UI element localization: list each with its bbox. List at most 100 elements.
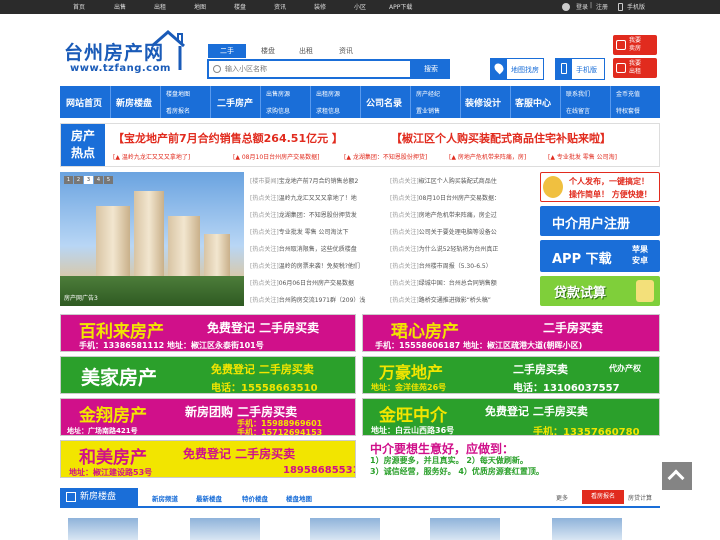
nav-decoration-design[interactable]: 装修设计 — [465, 96, 501, 109]
hot-headline-1[interactable]: 【宝龙地产前7月合约销售总额264.51亿元 】 — [113, 130, 343, 146]
slider-dot[interactable]: 5 — [104, 176, 113, 184]
agency-ad[interactable]: 美家房产 免费登记 二手房买卖 电话：15558663510 — [60, 356, 356, 394]
nav-secondhand[interactable]: 二手房产 — [217, 96, 253, 109]
section-link-channel[interactable]: 新房频道 — [152, 493, 178, 503]
nav-sale-listings[interactable]: 出售房源 — [266, 89, 290, 98]
slider-dot-active[interactable]: 3 — [84, 176, 93, 184]
news-item[interactable]: [热点关注]房地产危机带来阵痛，房企过 — [390, 210, 512, 219]
viewing-signup-button[interactable]: 看房报名 — [582, 490, 624, 504]
nav-viewing-signup[interactable]: 看房报名 — [166, 106, 190, 115]
hot-sub-5[interactable]: [▲ 专业批发 零售 公司淘] — [548, 152, 617, 161]
mobile-version-button[interactable]: 手机版 — [555, 58, 605, 80]
topnav-buildings[interactable]: 楼盘 — [234, 2, 246, 11]
nav-sales-agents[interactable]: 置业销售 — [416, 106, 440, 115]
news-item[interactable]: [热点关注]温岭九龙汇又又又拿地了！地 — [250, 193, 370, 202]
register-link[interactable]: 注册 — [596, 2, 608, 11]
news-item[interactable]: [热点关注]台州楼市周报（5.30-6.5） — [390, 261, 512, 270]
news-item[interactable]: [热点关注]绿城中国：台州总合同销售额 — [390, 278, 512, 287]
login-link[interactable]: 登录 — [576, 2, 588, 11]
topnav-app-download[interactable]: APP下载 — [389, 2, 412, 11]
nav-brokers[interactable]: 房产经纪 — [416, 89, 440, 98]
section-link-map[interactable]: 楼盘地图 — [286, 493, 312, 503]
section-more-link[interactable]: 更多 — [556, 493, 568, 502]
news-item[interactable]: [楼市要闻]宝龙地产前7月合约销售总额2 — [250, 176, 370, 185]
topnav-map[interactable]: 地图 — [194, 2, 206, 11]
agency-ad[interactable]: 金翔房产 新房团购 二手房买卖 地址：广场南路421号 手机：159889696… — [60, 398, 356, 436]
nav-rent-listings[interactable]: 出租房源 — [316, 89, 340, 98]
news-item[interactable]: [热点关注]台州取消限售，这些优质楼盘 — [250, 244, 370, 253]
search-input[interactable] — [225, 63, 405, 76]
rent-out-button[interactable]: 我要 出租 — [613, 58, 657, 78]
search-button[interactable]: 搜索 — [412, 59, 450, 79]
section-link-discount[interactable]: 特价楼盘 — [242, 493, 268, 503]
topnav-community[interactable]: 小区 — [354, 2, 366, 11]
property-thumbnail[interactable] — [310, 518, 380, 540]
news-item[interactable]: [热点关注]为什么说52轻轨将为台州真正 — [390, 244, 512, 253]
nav-service-center[interactable]: 客服中心 — [515, 96, 551, 109]
news-item[interactable]: [热点关注]公司关于要处理电脑等设备公 — [390, 227, 512, 236]
agency-extra: 代办产权 — [609, 364, 641, 373]
news-item[interactable]: [热点关注]专业批发 零售 公司淘汰下 — [250, 227, 370, 236]
nav-leave-message[interactable]: 在线留言 — [566, 106, 590, 115]
agency-ad[interactable]: 和美房产 免费登记 二手房买卖 地址：椒江建设路53号 18958685531 — [60, 440, 356, 478]
photo-slider[interactable]: 1 2 3 4 5 房产网广告3 — [60, 172, 244, 306]
sell-house-button[interactable]: 我要 卖房 — [613, 35, 657, 55]
topnav-home[interactable]: 首页 — [73, 2, 85, 11]
news-item[interactable]: [热点关注]06月06日台州房产交易数据 — [250, 278, 370, 287]
slider-dot[interactable]: 1 — [64, 176, 73, 184]
topnav-sale[interactable]: 出售 — [114, 2, 126, 11]
hot-sub-4[interactable]: [▲ 房地产危机带来阵痛，房] — [449, 152, 526, 161]
news-item[interactable]: [热点关注]台州购房交流1971群（209）浅 — [250, 295, 370, 304]
map-search-label: 地图找房 — [511, 66, 539, 74]
tab-news[interactable]: 资讯 — [328, 44, 364, 58]
nav-newhouse[interactable]: 新房楼盘 — [116, 96, 152, 109]
slider-dot[interactable]: 2 — [74, 176, 83, 184]
post-listing-banner[interactable]: 个人发布，一键搞定！ 操作简单！ 方便快捷！ — [540, 172, 660, 202]
app-download-banner[interactable]: APP 下载 苹果 安卓 — [540, 240, 660, 272]
tab-rent[interactable]: 出租 — [288, 44, 324, 58]
topnav-news[interactable]: 资讯 — [274, 2, 286, 11]
hot-sub-3[interactable]: [▲ 龙湖集团：不知恩股份押货] — [344, 152, 427, 161]
nav-coin-recharge[interactable]: 金币充值 — [616, 89, 640, 98]
agency-name: 万豪地产 — [379, 363, 444, 382]
property-thumbnail[interactable] — [430, 518, 500, 540]
nav-contact-us[interactable]: 联系我们 — [566, 89, 590, 98]
nav-home[interactable]: 网站首页 — [66, 96, 102, 109]
property-thumbnail[interactable] — [552, 518, 622, 540]
news-item[interactable]: [热点关注]椒江区个人购买装配式商品住 — [390, 176, 512, 185]
news-item[interactable]: [热点关注]龙湖集团：不知恩股份押货发 — [250, 210, 370, 219]
hot-sub-2[interactable]: [▲ 08月10日台州房产交易数据] — [233, 152, 319, 161]
back-to-top-button[interactable] — [662, 462, 692, 490]
tab-buildings[interactable]: 楼盘 — [250, 44, 286, 58]
hot-sub-1[interactable]: [▲ 温岭九龙汇又又又拿地了] — [113, 152, 190, 161]
property-thumbnail[interactable] — [190, 518, 260, 540]
section-link-latest[interactable]: 最新楼盘 — [196, 493, 222, 503]
news-item[interactable]: [热点关注]路桥交通推进微影“桥头稿” — [390, 295, 512, 304]
agency-ad[interactable]: 万豪地产 二手房买卖 代办产权 地址：金洋佳苑26号 电话：1310603755… — [362, 356, 660, 394]
topnav-decoration[interactable]: 装修 — [314, 2, 326, 11]
nav-buy-requests[interactable]: 求购信息 — [266, 106, 290, 115]
nav-agency-directory[interactable]: 公司名录 — [366, 96, 402, 109]
property-thumbnail[interactable] — [68, 518, 138, 540]
map-search-button[interactable]: 地图找房 — [490, 58, 544, 80]
agent-register-banner[interactable]: 中介用户注册 — [540, 206, 660, 236]
main-nav: 网站首页 新房楼盘 楼盘地图 看房报名 二手房产 出售房源 求购信息 出租房源 … — [60, 86, 660, 118]
news-item[interactable]: [热点关注]温岭的房票来袭！免契税?他们 — [250, 261, 370, 270]
nav-vip-packages[interactable]: 特权套餐 — [616, 106, 640, 115]
mobile-link[interactable]: 手机版 — [627, 2, 645, 11]
site-logo[interactable]: 台州房产网 www.tzfang.com — [64, 28, 196, 78]
tab-secondhand[interactable]: 二手 — [208, 44, 246, 58]
nav-rent-requests[interactable]: 求租信息 — [316, 106, 340, 115]
hot-headline-2[interactable]: 【椒江区个人购买装配式商品住宅补贴来啦】 — [391, 130, 611, 146]
app-download-label: APP 下载 — [552, 252, 612, 267]
agency-phone: 18958685531 — [283, 465, 356, 476]
agency-ad[interactable]: 金旺中介 免费登记 二手房买卖 地址：白云山西路36号 手机：133576607… — [362, 398, 660, 436]
nav-building-map[interactable]: 楼盘地图 — [166, 89, 190, 98]
mortgage-calc-link[interactable]: 房贷计算 — [628, 493, 652, 502]
agency-ad[interactable]: 百利来房产 免费登记 二手房买卖 手机：13386581112 地址：椒江区永泰… — [60, 314, 356, 352]
slider-dot[interactable]: 4 — [94, 176, 103, 184]
topnav-rent[interactable]: 出租 — [154, 2, 166, 11]
news-item[interactable]: [热点关注]08月10日台州房产交易数据： — [390, 193, 512, 202]
agency-ad[interactable]: 珺心房产 二手房买卖 手机：15558606187 地址：椒江区疏港大道(朝晖小… — [362, 314, 660, 352]
loan-calculator-banner[interactable]: 贷款试算 — [540, 276, 660, 306]
